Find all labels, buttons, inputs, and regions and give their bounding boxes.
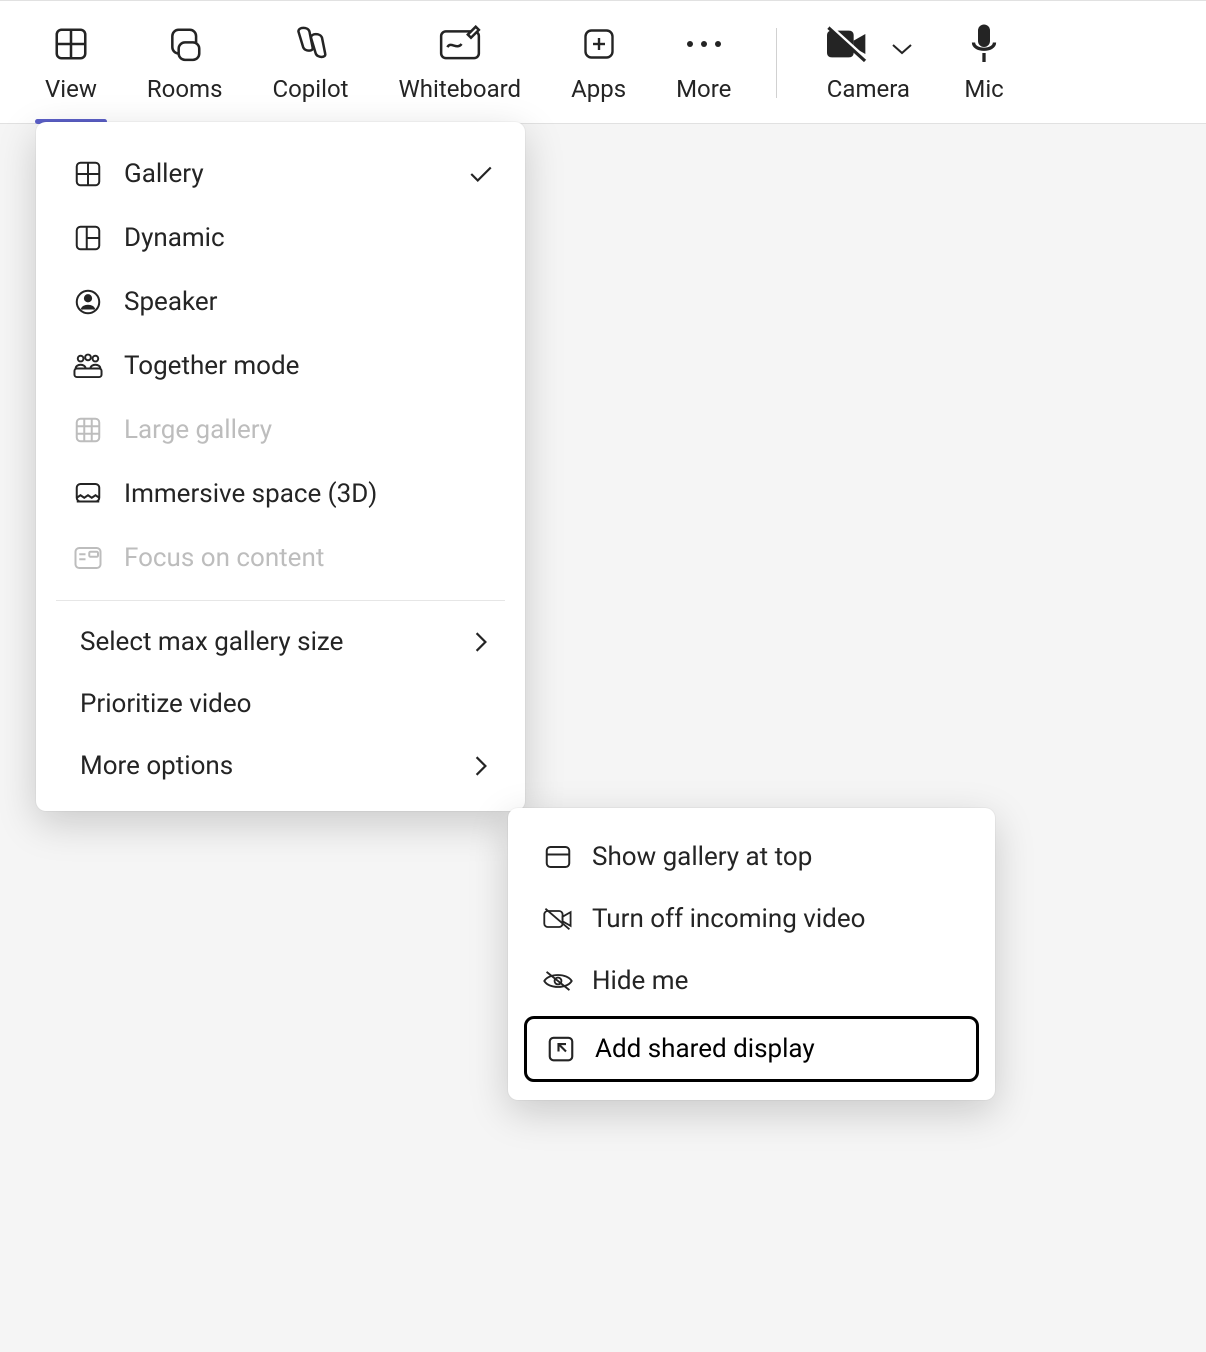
toolbar-whiteboard[interactable]: Whiteboard (374, 1, 547, 123)
toolbar-mic-label: Mic (964, 75, 1003, 103)
toolbar-view-label: View (45, 75, 97, 103)
menu-together-mode[interactable]: Together mode (36, 334, 525, 398)
submenu-hide-me[interactable]: Hide me (508, 950, 995, 1012)
menu-divider (56, 600, 505, 601)
chevron-right-icon (467, 755, 495, 777)
mic-icon (969, 25, 999, 63)
whiteboard-icon (438, 25, 482, 63)
toolbar-camera-label: Camera (827, 75, 910, 103)
menu-focus-content-label: Focus on content (124, 543, 495, 573)
menu-immersive-label: Immersive space (3D) (124, 479, 495, 509)
menu-select-max-label: Select max gallery size (80, 627, 467, 657)
shared-display-icon (545, 1033, 577, 1065)
menu-large-gallery-label: Large gallery (124, 415, 495, 445)
rooms-icon (166, 25, 204, 63)
menu-select-max-gallery[interactable]: Select max gallery size (36, 611, 525, 673)
menu-gallery[interactable]: Gallery (36, 142, 525, 206)
menu-more-options-label: More options (80, 751, 467, 781)
submenu-add-shared-display[interactable]: Add shared display (524, 1016, 979, 1082)
toolbar-apps-label: Apps (571, 75, 626, 103)
apps-plus-icon (581, 25, 617, 63)
submenu-hide-me-label: Hide me (592, 966, 967, 996)
chevron-right-icon (467, 631, 495, 653)
menu-more-options[interactable]: More options (36, 735, 525, 797)
toolbar-separator (776, 28, 777, 98)
menu-focus-content: Focus on content (36, 526, 525, 590)
immersive-space-icon (72, 478, 104, 510)
chevron-down-icon[interactable] (890, 42, 914, 56)
submenu-add-shared-display-label: Add shared display (595, 1034, 815, 1064)
gallery-grid-icon (72, 158, 104, 190)
more-options-submenu: Show gallery at top Turn off incoming vi… (508, 808, 995, 1100)
grid-icon (52, 25, 90, 63)
eye-off-icon (542, 965, 574, 997)
meeting-toolbar: View Rooms Copilot Whiteboard (0, 0, 1206, 124)
toolbar-apps[interactable]: Apps (546, 1, 651, 123)
submenu-turn-off-incoming-video[interactable]: Turn off incoming video (508, 888, 995, 950)
menu-speaker-label: Speaker (124, 287, 495, 317)
menu-dynamic-label: Dynamic (124, 223, 495, 253)
menu-together-label: Together mode (124, 351, 495, 381)
view-menu: Gallery Dynamic Speaker (36, 122, 525, 811)
toolbar-mic[interactable]: Mic (939, 1, 1028, 123)
dynamic-layout-icon (72, 222, 104, 254)
ellipsis-icon (684, 25, 724, 63)
camera-off-icon (822, 24, 872, 64)
gallery-top-icon (542, 841, 574, 873)
submenu-show-gallery-top-label: Show gallery at top (592, 842, 967, 872)
menu-large-gallery: Large gallery (36, 398, 525, 462)
focus-content-icon (72, 542, 104, 574)
menu-prioritize-video[interactable]: Prioritize video (36, 673, 525, 735)
check-icon (467, 164, 495, 184)
toolbar-copilot-label: Copilot (273, 75, 349, 103)
toolbar-rooms[interactable]: Rooms (122, 1, 248, 123)
submenu-show-gallery-top[interactable]: Show gallery at top (508, 826, 995, 888)
toolbar-whiteboard-label: Whiteboard (399, 75, 522, 103)
menu-speaker[interactable]: Speaker (36, 270, 525, 334)
toolbar-rooms-label: Rooms (147, 75, 223, 103)
toolbar-more-label: More (676, 75, 731, 103)
submenu-turn-off-label: Turn off incoming video (592, 904, 967, 934)
speaker-person-icon (72, 286, 104, 318)
copilot-icon (289, 25, 333, 63)
video-off-icon (542, 903, 574, 935)
menu-prioritize-label: Prioritize video (80, 689, 495, 719)
large-gallery-icon (72, 414, 104, 446)
menu-dynamic[interactable]: Dynamic (36, 206, 525, 270)
together-mode-icon (72, 350, 104, 382)
toolbar-view[interactable]: View (20, 1, 122, 123)
toolbar-camera[interactable]: Camera (797, 1, 939, 123)
toolbar-more[interactable]: More (651, 1, 756, 123)
toolbar-copilot[interactable]: Copilot (248, 1, 374, 123)
menu-immersive-space[interactable]: Immersive space (3D) (36, 462, 525, 526)
menu-gallery-label: Gallery (124, 159, 467, 189)
